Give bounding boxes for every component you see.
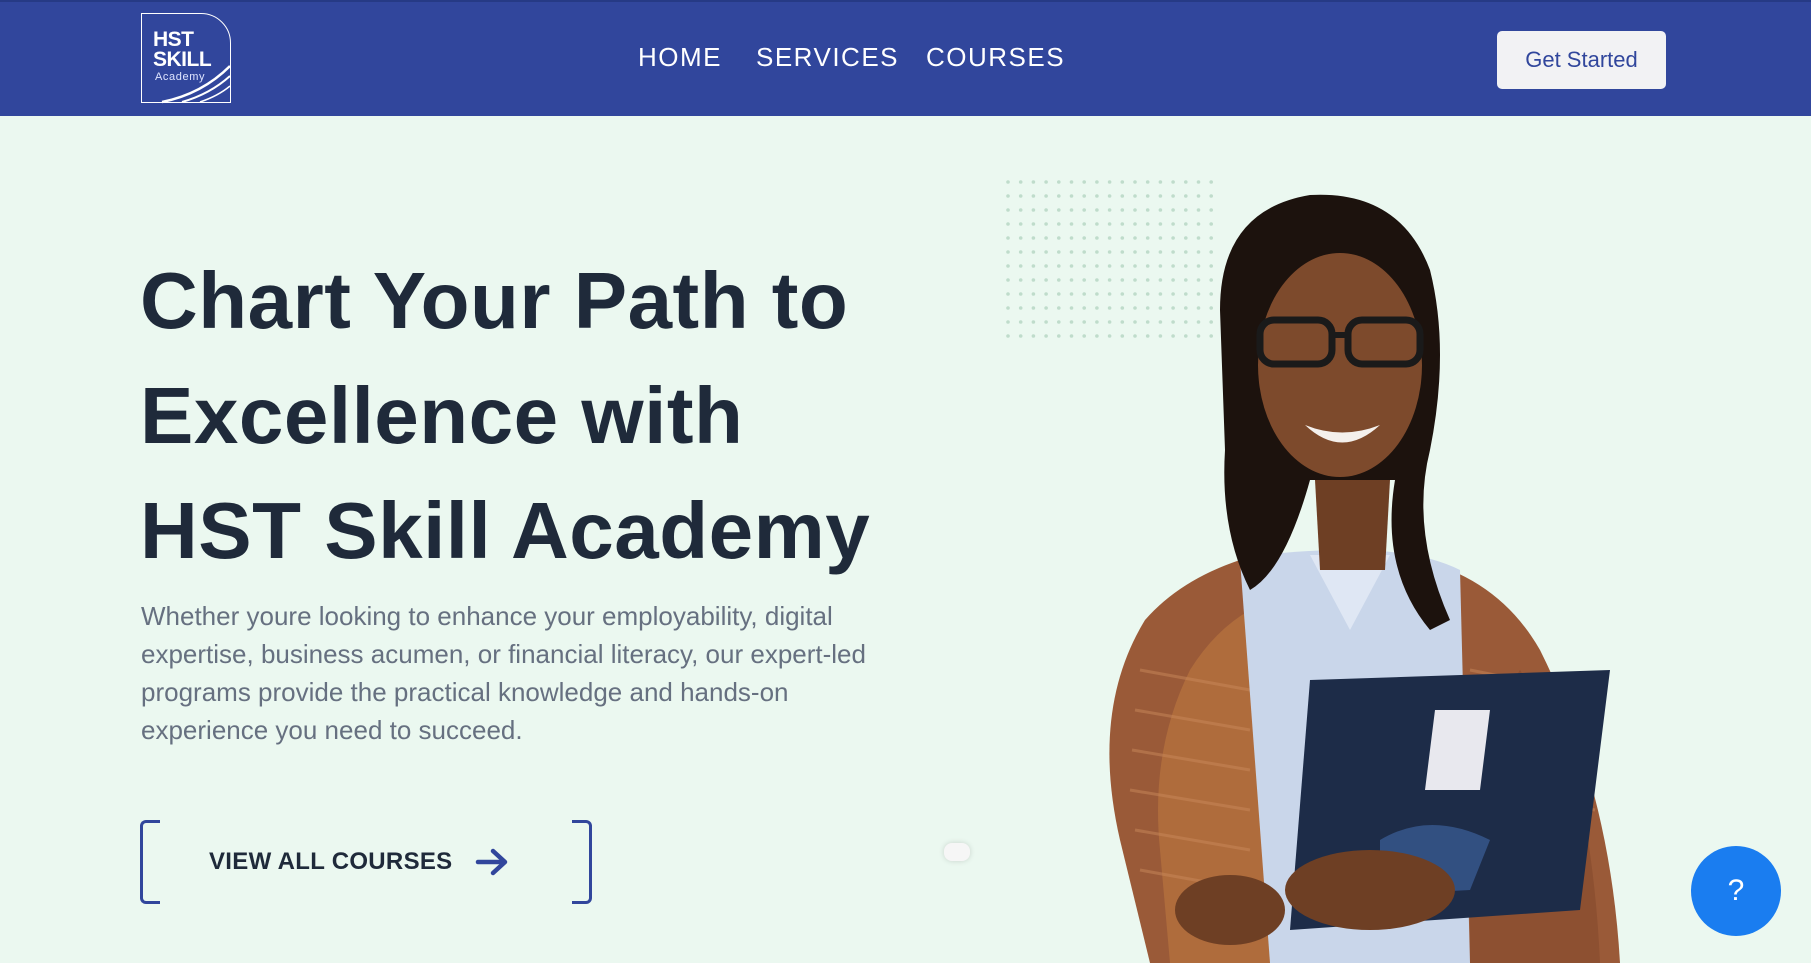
decorative-dot xyxy=(1006,334,1010,338)
logo-text-skill: SKILL xyxy=(153,48,212,71)
decorative-dot xyxy=(1006,194,1010,198)
decorative-dot xyxy=(1044,250,1048,254)
decorative-dot xyxy=(1018,278,1023,282)
decorative-dot xyxy=(1006,278,1010,282)
hero-title-line-1: Chart Your Path to xyxy=(140,256,849,345)
decorative-dot xyxy=(1018,320,1023,324)
decorative-dot xyxy=(1018,250,1023,254)
decorative-dot xyxy=(1018,306,1023,310)
decorative-dot xyxy=(1044,306,1048,310)
decorative-dot xyxy=(1018,208,1023,212)
arrow-right-icon xyxy=(475,848,508,876)
decorative-dot xyxy=(1018,334,1023,338)
decorative-dot xyxy=(1006,208,1010,212)
view-all-courses-button[interactable]: VIEW ALL COURSES xyxy=(140,820,592,904)
decorative-dot xyxy=(1031,278,1036,282)
decorative-dot xyxy=(1044,236,1048,240)
decorative-dot xyxy=(1031,250,1036,254)
student-photo xyxy=(1109,194,1620,963)
decorative-dot xyxy=(1006,250,1010,254)
decorative-dot xyxy=(1044,194,1048,198)
decorative-dot xyxy=(1044,334,1048,338)
decorative-dot xyxy=(1031,264,1036,268)
decorative-dot xyxy=(1006,180,1010,184)
hero-title-line-2: Excellence with xyxy=(140,371,744,460)
decorative-dot xyxy=(1031,320,1036,324)
site-header: HST SKILL Academy HOME SERVICES COURSES … xyxy=(0,0,1811,116)
decorative-dot xyxy=(1031,208,1036,212)
decorative-dot xyxy=(1006,320,1010,324)
decorative-dot xyxy=(1006,222,1010,226)
decorative-dot xyxy=(1006,264,1010,268)
get-started-button[interactable]: Get Started xyxy=(1497,31,1666,89)
logo-text-hst: HST xyxy=(153,28,194,51)
decorative-dot xyxy=(1031,334,1036,338)
nav-services[interactable]: SERVICES xyxy=(756,42,899,73)
floating-pill xyxy=(944,843,970,861)
decorative-dot xyxy=(1044,264,1048,268)
decorative-dot xyxy=(1044,222,1048,226)
landing-page: HST SKILL Academy HOME SERVICES COURSES … xyxy=(0,0,1811,963)
decorative-dot xyxy=(1044,320,1048,324)
decorative-dot xyxy=(1031,236,1036,240)
cta-bracket-left xyxy=(140,820,160,904)
decorative-dot xyxy=(1031,180,1036,184)
decorative-dot xyxy=(1031,292,1036,296)
help-button[interactable]: ? xyxy=(1691,846,1781,936)
logo[interactable]: HST SKILL Academy xyxy=(141,13,231,104)
decorative-dot xyxy=(1018,180,1023,184)
decorative-dot xyxy=(1031,194,1036,198)
decorative-dot xyxy=(1031,306,1036,310)
decorative-dot xyxy=(1018,194,1023,198)
decorative-dot xyxy=(1018,236,1023,240)
decorative-dot xyxy=(1044,180,1048,184)
decorative-dot xyxy=(1018,264,1023,268)
decorative-dot xyxy=(1031,222,1036,226)
decorative-dot xyxy=(1044,208,1048,212)
hero-title-line-3: HST Skill Academy xyxy=(140,486,871,575)
decorative-dot xyxy=(1006,236,1010,240)
nav-courses[interactable]: COURSES xyxy=(926,42,1065,73)
nav-home[interactable]: HOME xyxy=(638,42,722,73)
cta-label: VIEW ALL COURSES xyxy=(209,848,453,875)
cta-bracket-right xyxy=(572,820,592,904)
decorative-dot xyxy=(1044,278,1048,282)
hero-title: Chart Your Path to Excellence with HST S… xyxy=(140,243,940,588)
decorative-dot xyxy=(1044,292,1048,296)
decorative-dot xyxy=(1006,292,1010,296)
logo-text-academy: Academy xyxy=(155,71,206,83)
decorative-dot xyxy=(1018,222,1023,226)
decorative-dot xyxy=(1018,292,1023,296)
hero-description: Whether youre looking to enhance your em… xyxy=(141,601,866,745)
decorative-dot xyxy=(1006,306,1010,310)
